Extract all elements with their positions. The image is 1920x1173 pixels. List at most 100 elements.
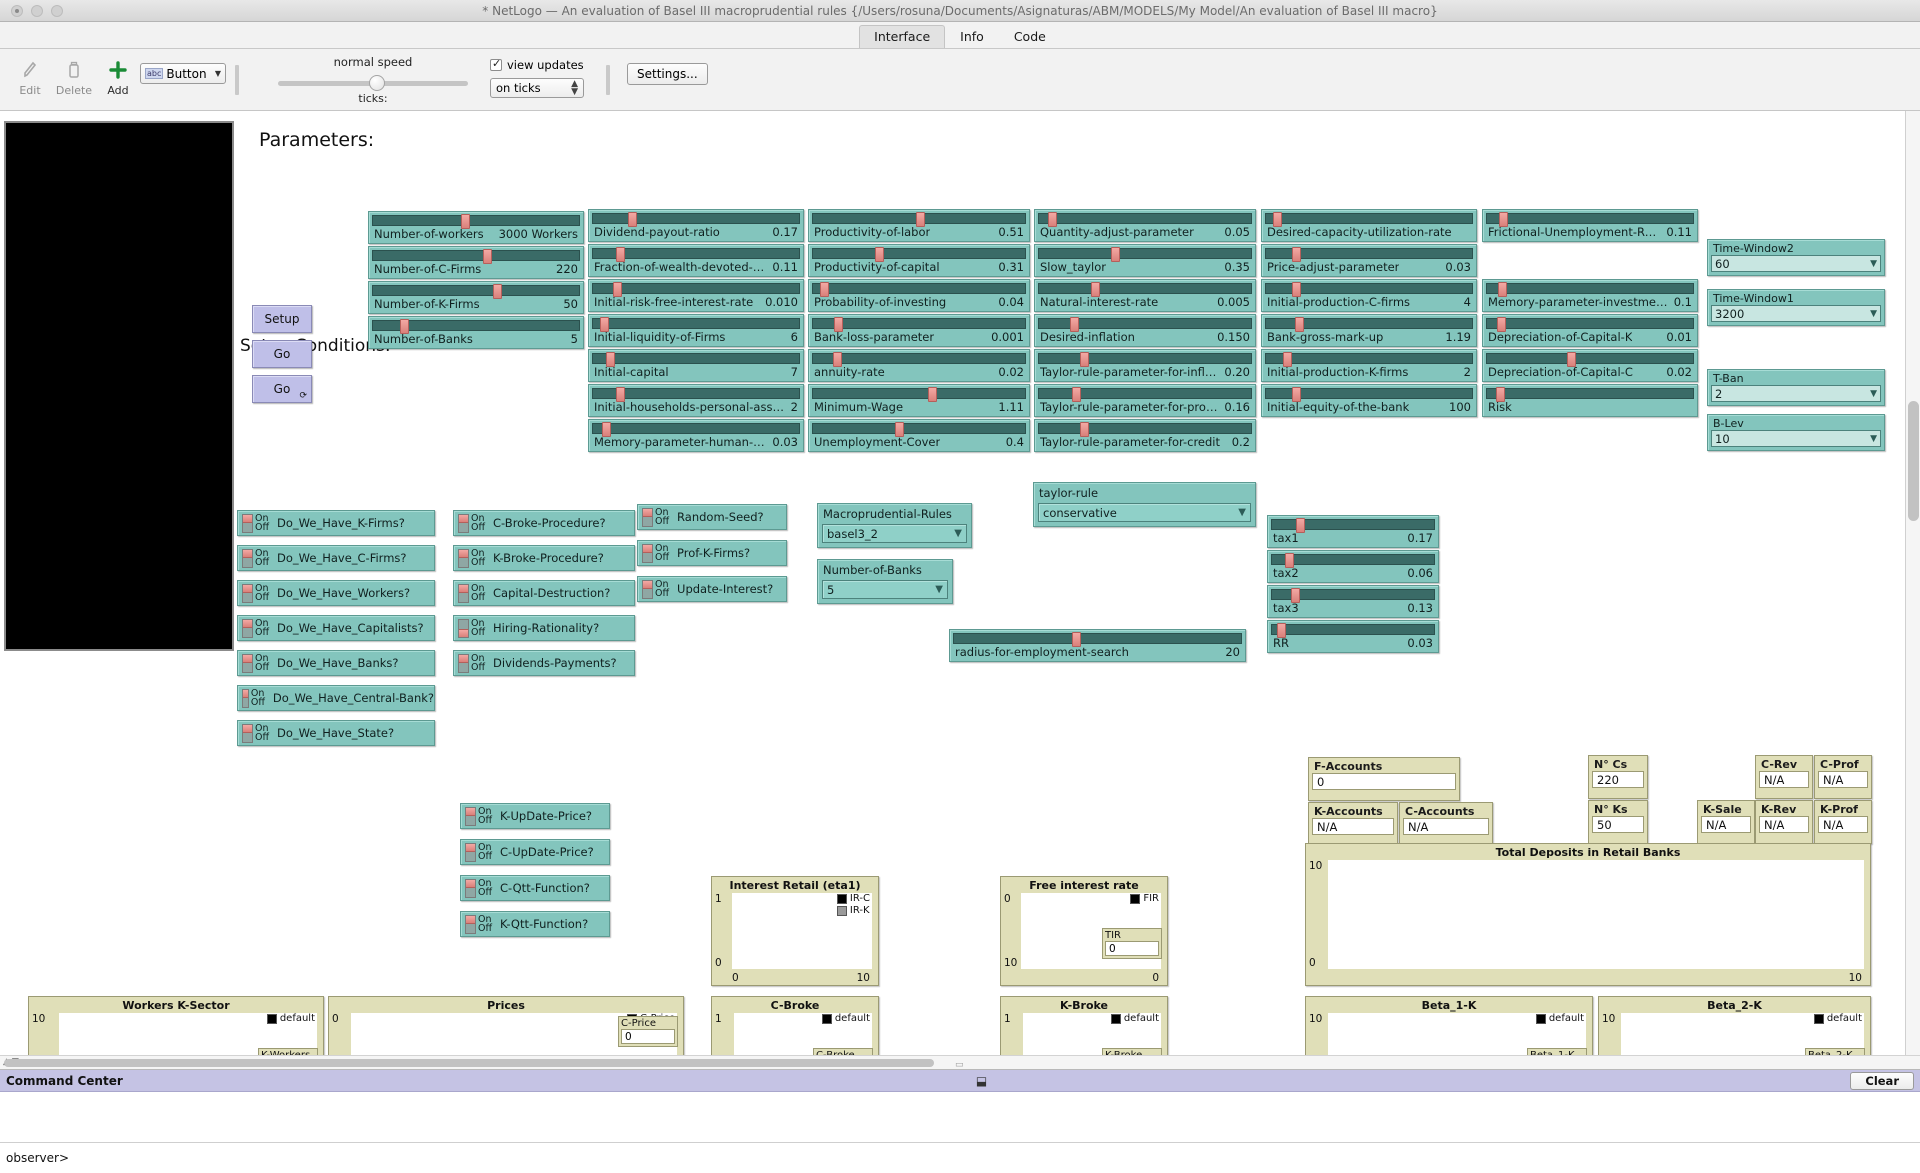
switch-knob[interactable] <box>242 724 253 743</box>
switch-knob[interactable] <box>642 544 653 563</box>
tab-code[interactable]: Code <box>999 25 1061 48</box>
slider-thumb[interactable] <box>600 317 609 332</box>
slider-desired-inflation[interactable]: Desired-inflation0.150 <box>1034 314 1256 347</box>
slider-number-of-workers[interactable]: Number-of-workers3000 Workers <box>368 211 584 244</box>
slider-thumb[interactable] <box>1285 553 1294 568</box>
plot-total-deposits-in-retail-banks[interactable]: Total Deposits in Retail Banks10010 <box>1305 843 1871 986</box>
slider-track[interactable] <box>1265 283 1473 294</box>
slider-track[interactable] <box>372 250 580 261</box>
input-field[interactable]: 3200▼ <box>1711 305 1881 322</box>
slider-thumb[interactable] <box>483 249 492 264</box>
slider-track[interactable] <box>1486 283 1694 294</box>
switch-random-seed[interactable]: OnOffRandom-Seed? <box>637 504 787 530</box>
slider-track[interactable] <box>1271 519 1435 530</box>
edit-button[interactable]: Edit <box>8 49 52 97</box>
slider-thumb[interactable] <box>1283 352 1292 367</box>
switch-dividends-payments[interactable]: OnOffDividends-Payments? <box>453 650 635 676</box>
slider-track[interactable] <box>1038 248 1252 259</box>
slider-thumb[interactable] <box>616 247 625 262</box>
slider-bank-gross-mark-up[interactable]: Bank-gross-mark-up1.19 <box>1261 314 1477 347</box>
tab-interface[interactable]: Interface <box>859 25 945 48</box>
slider-track[interactable] <box>592 248 800 259</box>
slider-track[interactable] <box>592 283 800 294</box>
slider-thumb[interactable] <box>1080 422 1089 437</box>
switch-k-broke-procedure[interactable]: OnOffK-Broke-Procedure? <box>453 545 635 571</box>
slider-thumb[interactable] <box>1072 387 1081 402</box>
slider-number-of-k-firms[interactable]: Number-of-K-Firms50 <box>368 281 584 314</box>
slider-track[interactable] <box>812 213 1026 224</box>
slider-thumb[interactable] <box>916 212 925 227</box>
switch-do-we-have-c-firms[interactable]: OnOffDo_We_Have_C-Firms? <box>237 545 435 571</box>
slider-track[interactable] <box>1265 213 1473 224</box>
command-center-input[interactable]: observer> <box>0 1142 1920 1173</box>
slider-track[interactable] <box>592 318 800 329</box>
slider-slow-taylor[interactable]: Slow_taylor0.35 <box>1034 244 1256 277</box>
slider-thumb[interactable] <box>400 319 409 334</box>
slider-depreciation-of-capital-k[interactable]: Depreciation-of-Capital-K0.01 <box>1482 314 1698 347</box>
slider-risk[interactable]: Risk <box>1482 384 1698 417</box>
slider-track[interactable] <box>1265 248 1473 259</box>
slider-quantity-adjust-parameter[interactable]: Quantity-adjust-parameter0.05 <box>1034 209 1256 242</box>
slider-track[interactable] <box>592 423 800 434</box>
switch-knob[interactable] <box>242 514 253 533</box>
slider-thumb[interactable] <box>1567 352 1576 367</box>
slider-track[interactable] <box>1038 353 1252 364</box>
slider-frictional-unemployment-rate[interactable]: Frictional-Unemployment-Rate0.11 <box>1482 209 1698 242</box>
slider-track[interactable] <box>812 353 1026 364</box>
slider-thumb[interactable] <box>1296 518 1305 533</box>
slider-track[interactable] <box>1038 213 1252 224</box>
slider-price-adjust-parameter[interactable]: Price-adjust-parameter0.03 <box>1261 244 1477 277</box>
slider-track[interactable] <box>1486 213 1694 224</box>
plot-interest-retail-eta1-[interactable]: Interest Retail (eta1)10010IR-CIR-K <box>711 876 879 986</box>
slider-memory-parameter-human-we[interactable]: Memory-parameter-human-we…0.03 <box>588 419 804 452</box>
chooser-macroprudential-rules[interactable]: Macroprudential-Rulesbasel3_2▼ <box>817 503 972 548</box>
slider-thumb[interactable] <box>1292 282 1301 297</box>
input-b-lev[interactable]: B-Lev10▼ <box>1707 414 1885 451</box>
slider-taylor-rule-parameter-for-infl[interactable]: Taylor-rule-parameter-for-infl…0.20 <box>1034 349 1256 382</box>
slider-desired-capacity-utilization-rate[interactable]: Desired-capacity-utilization-rate <box>1261 209 1477 242</box>
slider-thumb[interactable] <box>1091 282 1100 297</box>
vertical-scrollbar[interactable] <box>1905 111 1920 1076</box>
slider-rr[interactable]: RR0.03 <box>1267 620 1439 653</box>
slider-track[interactable] <box>812 388 1026 399</box>
slider-taylor-rule-parameter-for-credit[interactable]: Taylor-rule-parameter-for-credit0.2 <box>1034 419 1256 452</box>
switch-knob[interactable] <box>242 689 249 708</box>
switch-knob[interactable] <box>458 654 469 673</box>
slider-thumb[interactable] <box>602 422 611 437</box>
slider-thumb[interactable] <box>834 317 843 332</box>
switch-knob[interactable] <box>465 843 476 862</box>
slider-natural-interest-rate[interactable]: Natural-interest-rate0.005 <box>1034 279 1256 312</box>
clear-button[interactable]: Clear <box>1850 1072 1914 1090</box>
switch-knob[interactable] <box>465 879 476 898</box>
input-field[interactable]: 60▼ <box>1711 255 1881 272</box>
chooser-taylor-rule[interactable]: taylor-ruleconservative▼ <box>1033 482 1256 527</box>
slider-track[interactable] <box>1271 589 1435 600</box>
switch-do-we-have-workers[interactable]: OnOffDo_We_Have_Workers? <box>237 580 435 606</box>
switch-knob[interactable] <box>642 580 653 599</box>
switch-knob[interactable] <box>242 549 253 568</box>
chooser-value-box[interactable]: 5▼ <box>822 580 948 599</box>
switch-knob[interactable] <box>458 619 469 638</box>
slider-track[interactable] <box>1271 624 1435 635</box>
slider-number-of-c-firms[interactable]: Number-of-C-Firms220 <box>368 246 584 279</box>
slider-thumb[interactable] <box>1496 387 1505 402</box>
switch-knob[interactable] <box>242 584 253 603</box>
slider-initial-production-k-firms[interactable]: Initial-production-K-firms2 <box>1261 349 1477 382</box>
switch-do-we-have-banks[interactable]: OnOffDo_We_Have_Banks? <box>237 650 435 676</box>
slider-productivity-of-labor[interactable]: Productivity-of-labor0.51 <box>808 209 1030 242</box>
slider-thumb[interactable] <box>613 282 622 297</box>
slider-thumb[interactable] <box>1273 212 1282 227</box>
widget-type-select[interactable]: abc Button ▼ <box>140 63 226 84</box>
chooser-value-box[interactable]: basel3_2▼ <box>822 524 967 543</box>
input-time-window1[interactable]: Time-Window13200▼ <box>1707 289 1885 326</box>
slider-track[interactable] <box>1038 388 1252 399</box>
slider-number-of-banks[interactable]: Number-of-Banks5 <box>368 316 584 349</box>
switch-do-we-have-central-bank[interactable]: OnOffDo_We_Have_Central-Bank? <box>237 685 435 711</box>
slider-thumb[interactable] <box>1080 352 1089 367</box>
slider-tax3[interactable]: tax30.13 <box>1267 585 1439 618</box>
slider-thumb[interactable] <box>1072 632 1081 647</box>
switch-knob[interactable] <box>642 508 653 527</box>
slider-track[interactable] <box>1486 318 1694 329</box>
slider-thumb[interactable] <box>833 352 842 367</box>
slider-track[interactable] <box>1038 283 1252 294</box>
